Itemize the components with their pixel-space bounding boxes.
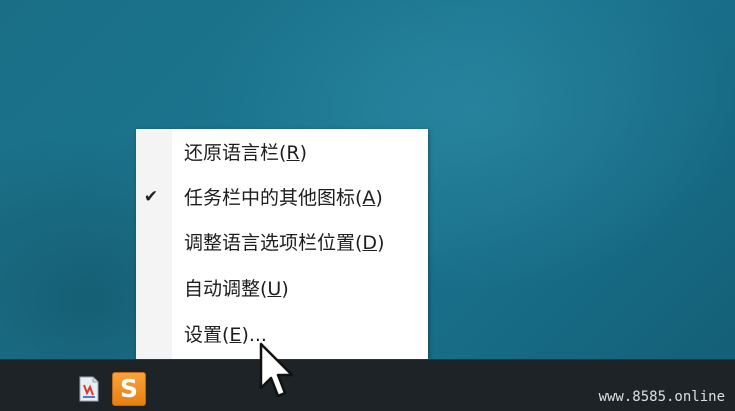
menu-item-label: 任务栏中的其他图标(A) [184, 187, 383, 209]
menu-item-adjust-language-bar-position[interactable]: 调整语言选项栏位置(D) [136, 221, 428, 265]
language-bar-icon[interactable] [76, 374, 102, 404]
watermark-text: www.8585.online [598, 389, 725, 405]
menu-item-auto-adjust[interactable]: 自动调整(U) [136, 267, 428, 311]
check-icon [142, 142, 160, 162]
taskbar: S www.8585.online [0, 359, 735, 411]
check-icon: ✔ [143, 187, 159, 207]
check-icon [142, 278, 160, 298]
menu-item-label: 还原语言栏(R) [184, 142, 308, 164]
menu-item-label: 调整语言选项栏位置(D) [184, 232, 385, 254]
menu-item-restore-language-bar[interactable]: 还原语言栏(R) [136, 131, 428, 175]
menu-item-label: 设置(E)... [184, 324, 267, 346]
menu-item-label: 自动调整(U) [184, 278, 289, 300]
menu-item-other-taskbar-icons[interactable]: ✔ 任务栏中的其他图标(A) [136, 176, 428, 220]
mouse-cursor-icon [258, 342, 298, 404]
check-icon [142, 232, 160, 252]
sogou-letter: S [119, 374, 138, 403]
language-bar-context-menu: 还原语言栏(R) ✔ 任务栏中的其他图标(A) 调整语言选项栏位置(D) 自动调… [136, 129, 428, 359]
check-icon [142, 324, 160, 344]
sogou-input-icon[interactable]: S [112, 372, 146, 406]
